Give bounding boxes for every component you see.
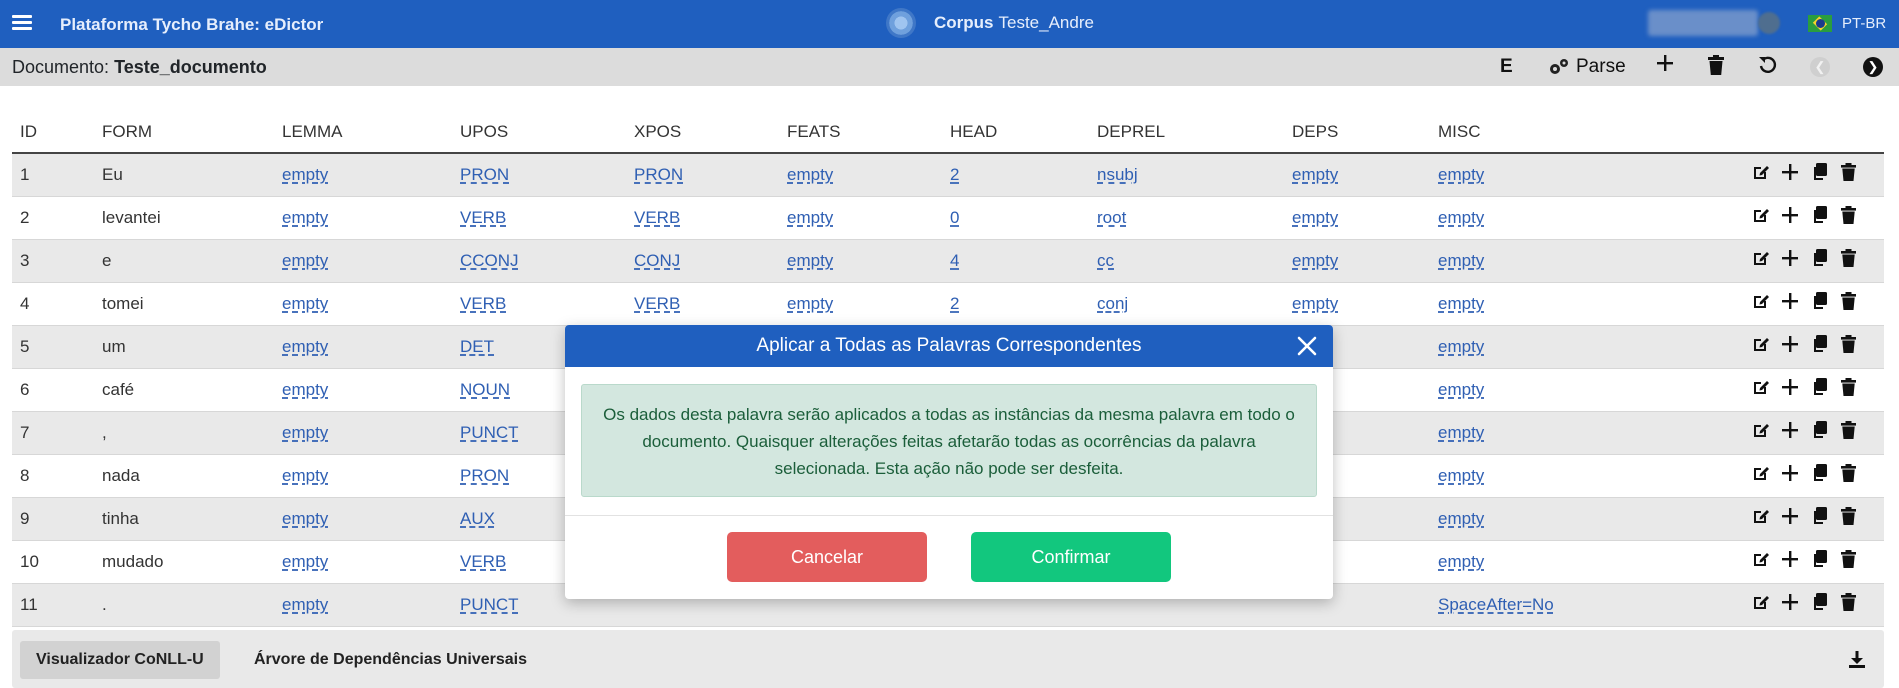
dialog-divider: [565, 515, 1333, 516]
dialog-header: Aplicar a Todas as Palavras Corresponden…: [565, 325, 1333, 367]
confirm-button[interactable]: Confirmar: [971, 532, 1171, 582]
close-button[interactable]: [1293, 332, 1321, 360]
dialog-title: Aplicar a Todas as Palavras Corresponden…: [756, 335, 1142, 356]
cancel-button[interactable]: Cancelar: [727, 532, 927, 582]
close-icon: [1297, 336, 1317, 356]
dialog-message: Os dados desta palavra serão aplicados a…: [581, 384, 1317, 497]
apply-all-dialog: Aplicar a Todas as Palavras Corresponden…: [565, 325, 1333, 599]
